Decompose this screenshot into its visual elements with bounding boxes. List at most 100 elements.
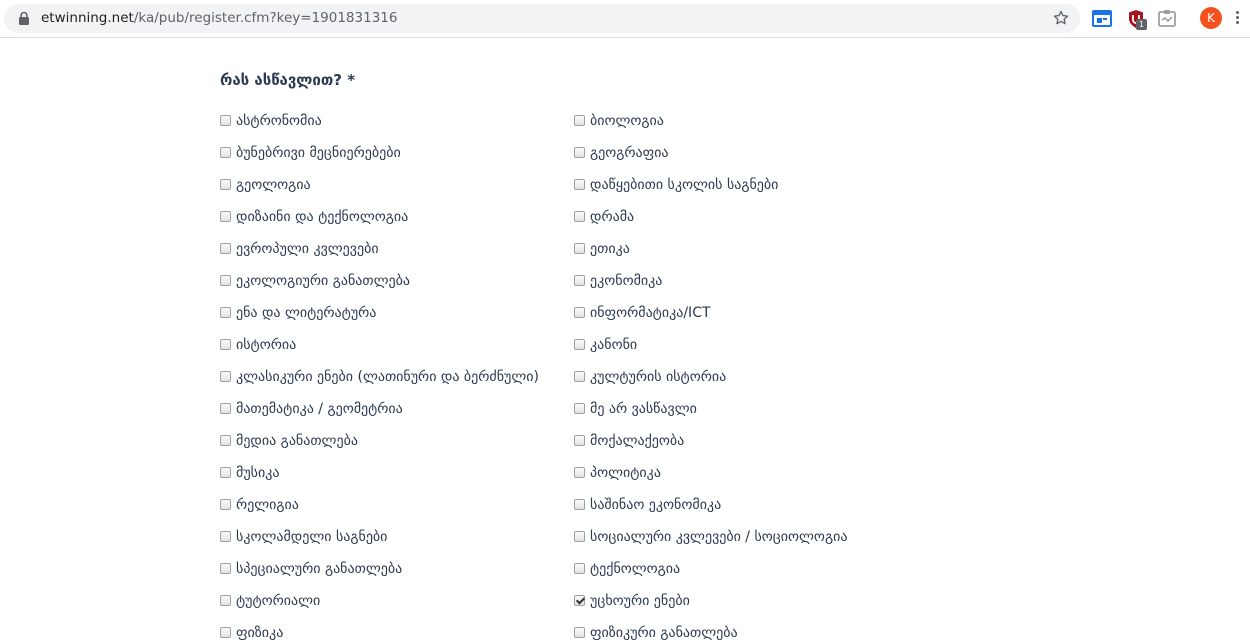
subject-label[interactable]: ფიზიკა [236, 624, 283, 642]
subject-label[interactable]: ბიოლოგია [590, 112, 664, 130]
subject-label[interactable]: დიზაინი და ტექნოლოგია [236, 208, 408, 226]
subject-option[interactable]: მუსიკა [220, 464, 539, 496]
subject-checkbox[interactable] [220, 595, 231, 606]
subject-option[interactable]: მათემატიკა / გეომეტრია [220, 400, 539, 432]
subject-label[interactable]: რელიგია [236, 496, 299, 514]
subject-label[interactable]: ტექნოლოგია [590, 560, 680, 578]
subject-option[interactable]: რელიგია [220, 496, 539, 528]
subject-option[interactable]: დიზაინი და ტექნოლოგია [220, 208, 539, 240]
subject-label[interactable]: გეოლოგია [236, 176, 311, 194]
subject-checkbox[interactable] [574, 499, 585, 510]
subject-option[interactable]: გეოლოგია [220, 176, 539, 208]
subject-option[interactable]: ბიოლოგია [574, 112, 847, 144]
subject-label[interactable]: სპეციალური განათლება [236, 560, 402, 578]
subject-checkbox[interactable] [220, 627, 231, 638]
subject-label[interactable]: კულტურის ისტორია [590, 368, 726, 386]
subject-checkbox[interactable] [220, 531, 231, 542]
subject-label[interactable]: ისტორია [236, 336, 296, 354]
subject-label[interactable]: მედია განათლება [236, 432, 358, 450]
subject-label[interactable]: პოლიტიკა [590, 464, 661, 482]
subject-label[interactable]: სოციალური კვლევები / სოციოლოგია [590, 528, 847, 546]
subject-checkbox[interactable] [220, 403, 231, 414]
lock-icon[interactable] [17, 11, 31, 26]
subject-checkbox[interactable] [220, 499, 231, 510]
subject-label[interactable]: ტუტორიალი [236, 592, 320, 610]
subject-checkbox[interactable] [220, 307, 231, 318]
subject-option[interactable]: ეკონომიკა [574, 272, 847, 304]
subject-label[interactable]: სკოლამდელი საგნები [236, 528, 387, 546]
subject-checkbox[interactable] [220, 435, 231, 446]
subject-option[interactable]: მე არ ვასწავლი [574, 400, 847, 432]
subject-checkbox[interactable] [220, 339, 231, 350]
subject-option[interactable]: კლასიკური ენები (ლათინური და ბერძნული) [220, 368, 539, 400]
subject-option[interactable]: ბუნებრივი მეცნიერებები [220, 144, 539, 176]
subject-label[interactable]: კანონი [590, 336, 637, 354]
subject-label[interactable]: დაწყებითი სკოლის საგნები [590, 176, 778, 194]
subject-checkbox[interactable] [574, 371, 585, 382]
subject-option[interactable]: სკოლამდელი საგნები [220, 528, 539, 560]
subject-checkbox[interactable] [574, 467, 585, 478]
subject-checkbox[interactable] [220, 115, 231, 126]
subject-checkbox[interactable] [220, 147, 231, 158]
subject-checkbox[interactable] [574, 563, 585, 574]
subject-option[interactable]: ეკოლოგიური განათლება [220, 272, 539, 304]
subject-label[interactable]: გეოგრაფია [590, 144, 669, 162]
subject-checkbox[interactable] [220, 243, 231, 254]
translate-extension-icon[interactable] [1092, 9, 1112, 29]
subject-option[interactable]: დრამა [574, 208, 847, 240]
subject-label[interactable]: მოქალაქეობა [590, 432, 684, 450]
browser-menu-icon[interactable] [1234, 9, 1240, 29]
subject-label[interactable]: მათემატიკა / გეომეტრია [236, 400, 403, 418]
subject-label[interactable]: ინფორმატიკა/ICT [590, 304, 711, 322]
subject-label[interactable]: ასტრონომია [236, 112, 322, 130]
subject-checkbox[interactable] [574, 115, 585, 126]
subject-checkbox[interactable] [574, 339, 585, 350]
subject-label[interactable]: ეკონომიკა [590, 272, 662, 290]
subject-option[interactable]: მედია განათლება [220, 432, 539, 464]
subject-label[interactable]: ბუნებრივი მეცნიერებები [236, 144, 401, 162]
subject-checkbox[interactable] [220, 211, 231, 222]
subject-checkbox[interactable] [574, 179, 585, 190]
subject-checkbox[interactable] [220, 467, 231, 478]
subject-option[interactable]: საშინაო ეკონომიკა [574, 496, 847, 528]
subject-option[interactable]: ფიზიკური განათლება [574, 624, 847, 643]
subject-label[interactable]: მე არ ვასწავლი [590, 400, 697, 418]
subject-checkbox[interactable] [574, 243, 585, 254]
profile-avatar[interactable]: K [1200, 7, 1222, 29]
subject-checkbox[interactable] [220, 371, 231, 382]
subject-checkbox[interactable] [574, 403, 585, 414]
subject-checkbox-checked[interactable] [574, 595, 585, 606]
subject-label[interactable]: ეთიკა [590, 240, 630, 258]
subject-checkbox[interactable] [574, 211, 585, 222]
subject-label[interactable]: ევროპული კვლევები [236, 240, 379, 258]
subject-label[interactable]: დრამა [590, 208, 634, 226]
subject-option[interactable]: ინფორმატიკა/ICT [574, 304, 847, 336]
subject-checkbox[interactable] [574, 435, 585, 446]
subject-label[interactable]: ეკოლოგიური განათლება [236, 272, 410, 290]
subject-option[interactable]: კულტურის ისტორია [574, 368, 847, 400]
subject-checkbox[interactable] [220, 275, 231, 286]
subject-option[interactable]: ტუტორიალი [220, 592, 539, 624]
subject-checkbox[interactable] [574, 627, 585, 638]
subject-checkbox[interactable] [220, 563, 231, 574]
subject-option[interactable]: დაწყებითი სკოლის საგნები [574, 176, 847, 208]
subject-checkbox[interactable] [220, 179, 231, 190]
clipboard-extension-icon[interactable] [1157, 9, 1177, 29]
address-bar[interactable]: etwinning.net/ka/pub/register.cfm?key=19… [4, 4, 1080, 33]
subject-option[interactable]: ენა და ლიტერატურა [220, 304, 539, 336]
subject-checkbox[interactable] [574, 147, 585, 158]
subject-option[interactable]: გეოგრაფია [574, 144, 847, 176]
subject-option[interactable]: უცხოური ენები [574, 592, 847, 624]
subject-option[interactable]: ფიზიკა [220, 624, 539, 643]
subject-option[interactable]: სპეციალური განათლება [220, 560, 539, 592]
subject-label[interactable]: ენა და ლიტერატურა [236, 304, 376, 322]
subject-label[interactable]: საშინაო ეკონომიკა [590, 496, 721, 514]
url-text[interactable]: etwinning.net/ka/pub/register.cfm?key=19… [41, 4, 397, 33]
subject-option[interactable]: სოციალური კვლევები / სოციოლოგია [574, 528, 847, 560]
subject-option[interactable]: ასტრონომია [220, 112, 539, 144]
subject-checkbox[interactable] [574, 307, 585, 318]
subject-option[interactable]: ტექნოლოგია [574, 560, 847, 592]
subject-option[interactable]: პოლიტიკა [574, 464, 847, 496]
subject-option[interactable]: მოქალაქეობა [574, 432, 847, 464]
subject-checkbox[interactable] [574, 275, 585, 286]
